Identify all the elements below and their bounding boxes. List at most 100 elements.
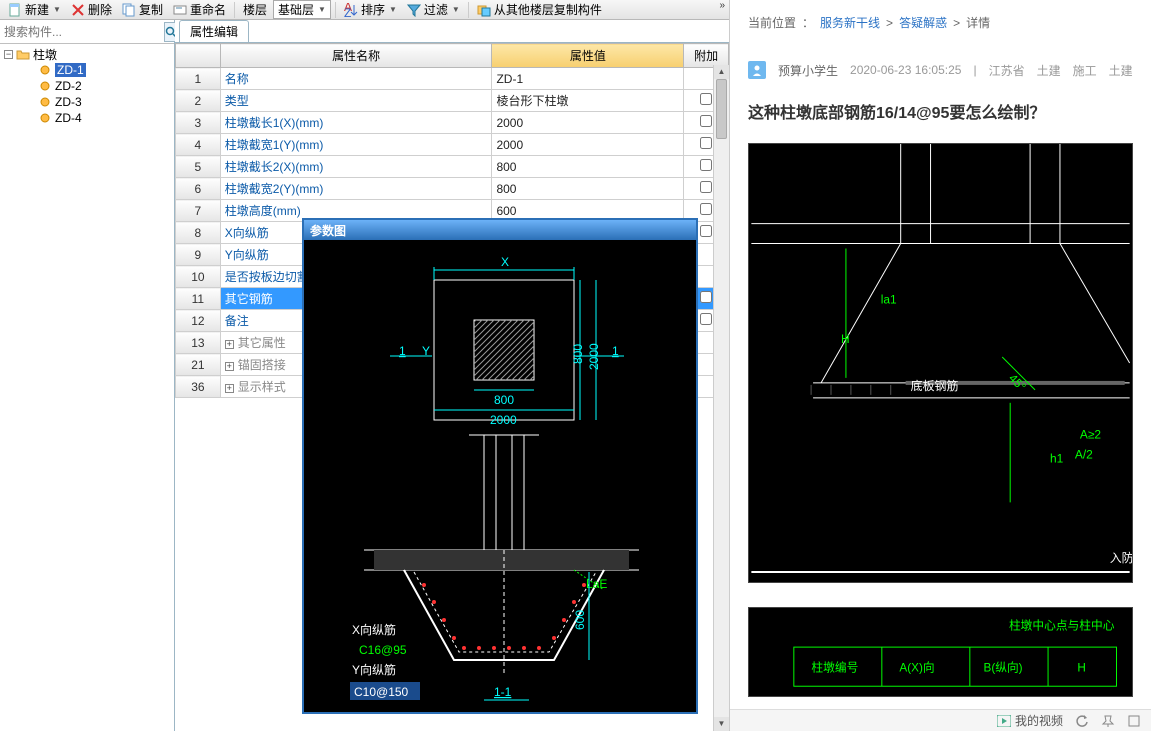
prop-value[interactable]: 2000: [492, 112, 684, 134]
filter-icon: [407, 3, 421, 17]
new-button[interactable]: 新建 ▼: [4, 0, 65, 19]
copy-from-other-button[interactable]: 从其他楼层复制构件: [473, 0, 606, 19]
username[interactable]: 预算小学生: [778, 62, 838, 79]
prop-value[interactable]: 棱台形下柱墩: [492, 90, 684, 112]
prop-value[interactable]: 2000: [492, 134, 684, 156]
table-row[interactable]: 2类型棱台形下柱墩: [176, 90, 729, 112]
tree-root[interactable]: − 柱墩: [0, 46, 174, 62]
table-row[interactable]: 6柱墩截宽2(Y)(mm)800: [176, 178, 729, 200]
pier-icon: [38, 63, 52, 77]
extra-checkbox[interactable]: [700, 203, 712, 215]
prop-value[interactable]: ZD-1: [492, 68, 684, 90]
col-value[interactable]: 属性值: [492, 44, 684, 68]
svg-text:入防: 入防: [1110, 550, 1132, 565]
tree-item-label: ZD-2: [55, 79, 82, 93]
new-label: 新建: [25, 1, 49, 18]
pier-icon: [38, 111, 52, 125]
row-number: 3: [176, 112, 221, 134]
dropdown-caret-icon: ▼: [389, 5, 397, 14]
table-row[interactable]: 3 柱墩截长1(X)(mm) 2000: [176, 112, 729, 134]
extra-checkbox[interactable]: [700, 115, 712, 127]
col-extra[interactable]: 附加: [684, 44, 729, 68]
tree-item-label: ZD-1: [55, 63, 86, 77]
prop-value[interactable]: 800: [492, 178, 684, 200]
delete-button[interactable]: 删除: [67, 0, 116, 19]
table-row[interactable]: 1名称ZD-1: [176, 68, 729, 90]
side-panel: − 柱墩 ZD-1 ZD-2 ZD-3: [0, 20, 175, 731]
svg-text:2000: 2000: [490, 413, 517, 427]
tree-item-label: ZD-3: [55, 95, 82, 109]
sort-button[interactable]: AZ 排序 ▼: [340, 0, 401, 19]
row-number: 4: [176, 134, 221, 156]
row-number: 36: [176, 376, 221, 398]
post-tag: 土建: [1037, 62, 1061, 79]
prop-name: 其它钢筋: [225, 292, 273, 306]
prop-name: X向纵筋: [225, 226, 269, 240]
floor-value: 基础层: [278, 1, 314, 18]
svg-text:600: 600: [573, 610, 587, 630]
tree-item-zd3[interactable]: ZD-3: [0, 94, 174, 110]
prop-name: 柱墩截长1(X)(mm): [225, 116, 324, 130]
copy-layer-icon: [477, 3, 491, 17]
prop-name: 名称: [225, 72, 249, 86]
tree-item-zd4[interactable]: ZD-4: [0, 110, 174, 126]
extra-checkbox[interactable]: [700, 159, 712, 171]
toolbar: 新建 ▼ 删除 复制 重命名: [0, 0, 729, 20]
extra-checkbox[interactable]: [700, 93, 712, 105]
expand-icon[interactable]: +: [225, 362, 234, 371]
svg-text:柱墩中心点与柱中心: 柱墩中心点与柱中心: [1009, 619, 1115, 633]
expand-button[interactable]: [1127, 714, 1141, 728]
tree-root-label: 柱墩: [33, 46, 57, 63]
post-meta: 预算小学生 2020-06-23 16:05:25 | 江苏省 土建 施工 土建: [748, 61, 1133, 79]
svg-text:800: 800: [571, 344, 585, 364]
overflow-chevron-icon[interactable]: »: [719, 0, 725, 11]
table-row[interactable]: 4柱墩截宽1(Y)(mm)2000: [176, 134, 729, 156]
refresh-icon: [1075, 714, 1089, 728]
bc-link-2[interactable]: 答疑解惑: [899, 14, 947, 31]
rename-button[interactable]: 重命名: [169, 0, 230, 19]
prop-value[interactable]: 800: [492, 156, 684, 178]
scroll-down-icon[interactable]: ▼: [714, 717, 729, 731]
post-tag: 土建: [1109, 62, 1133, 79]
refresh-button[interactable]: [1075, 714, 1089, 728]
copy-other-label: 从其他楼层复制构件: [494, 1, 602, 18]
row-number: 13: [176, 332, 221, 354]
prop-name: 显示样式: [238, 380, 286, 394]
grid-vertical-scrollbar[interactable]: ▲ ▼: [713, 65, 729, 731]
row-number: 6: [176, 178, 221, 200]
svg-text:柱墩编号: 柱墩编号: [811, 661, 858, 675]
extra-checkbox[interactable]: [700, 137, 712, 149]
prop-name: 类型: [225, 94, 249, 108]
collapse-icon[interactable]: −: [4, 50, 13, 59]
tree-item-zd2[interactable]: ZD-2: [0, 78, 174, 94]
sort-label: 排序: [361, 1, 385, 18]
bc-link-1[interactable]: 服务新干线: [820, 14, 880, 31]
extra-checkbox[interactable]: [700, 291, 712, 303]
tab-property-edit[interactable]: 属性编辑: [179, 20, 249, 42]
post-location: 江苏省: [989, 62, 1025, 79]
floor-select[interactable]: 基础层 ▼: [273, 0, 331, 19]
extra-checkbox[interactable]: [700, 313, 712, 325]
avatar[interactable]: [748, 61, 766, 79]
scroll-thumb[interactable]: [716, 79, 727, 139]
tree-item-zd1[interactable]: ZD-1: [0, 62, 174, 78]
expand-icon[interactable]: +: [225, 340, 234, 349]
extra-checkbox[interactable]: [700, 181, 712, 193]
copy-button[interactable]: 复制: [118, 0, 167, 19]
prop-name: 其它属性: [238, 336, 286, 350]
pin-button[interactable]: [1101, 714, 1115, 728]
filter-button[interactable]: 过滤 ▼: [403, 0, 464, 19]
scroll-up-icon[interactable]: ▲: [714, 65, 729, 79]
row-number: 12: [176, 310, 221, 332]
svg-text:C16@95: C16@95: [359, 643, 407, 657]
svg-text:800: 800: [494, 393, 514, 407]
expand-icon[interactable]: +: [225, 384, 234, 393]
my-video-button[interactable]: 我的视频: [997, 712, 1063, 729]
play-icon: [997, 715, 1011, 727]
col-name[interactable]: 属性名称: [220, 44, 492, 68]
extra-checkbox[interactable]: [700, 225, 712, 237]
svg-text:1-1: 1-1: [494, 685, 512, 699]
row-number: 8: [176, 222, 221, 244]
table-row[interactable]: 5柱墩截长2(X)(mm)800: [176, 156, 729, 178]
search-input[interactable]: [0, 23, 163, 41]
